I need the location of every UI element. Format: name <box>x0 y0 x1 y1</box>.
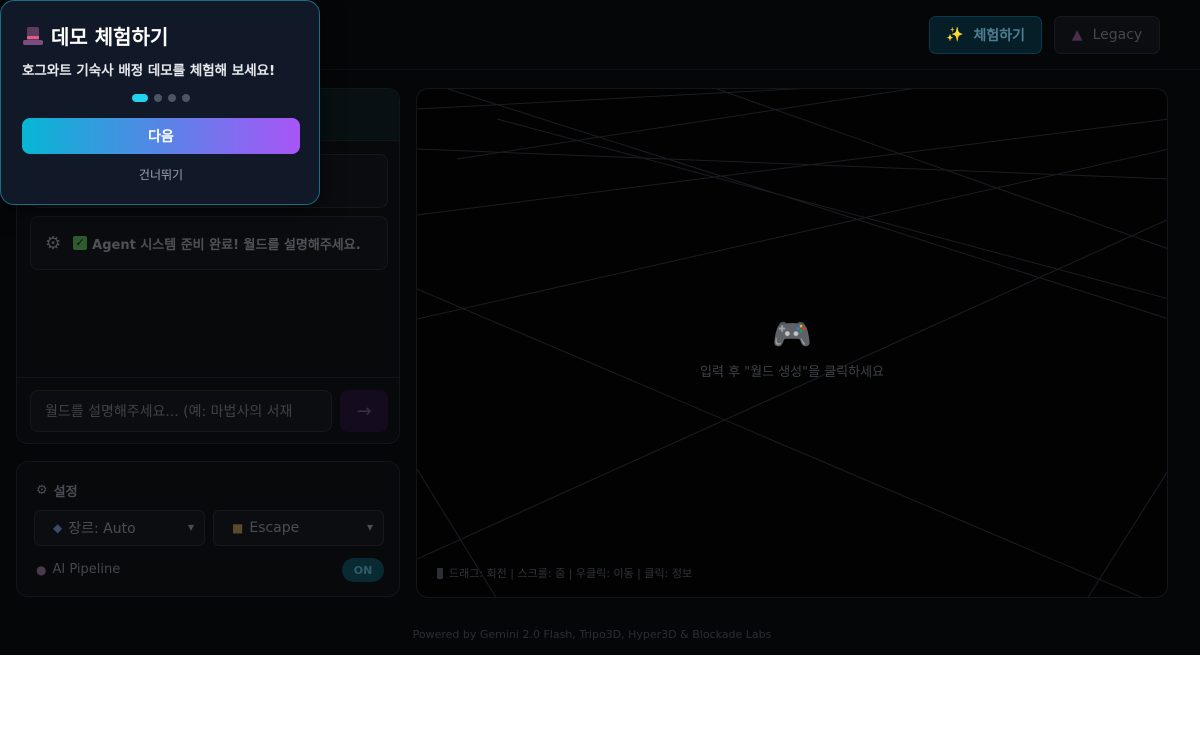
step-indicator <box>132 94 190 102</box>
settings-title-label: 설정 <box>53 485 78 500</box>
masks-icon: ◆ <box>53 521 63 535</box>
step-dot <box>154 94 162 102</box>
robot-icon: ● <box>36 562 47 577</box>
chat-message-text: ✓ Agent 시스템 준비 완료! 월드를 설명해주세요. <box>73 234 361 253</box>
chat-message: ⚙ ✓ Agent 시스템 준비 완료! 월드를 설명해주세요. <box>30 216 388 270</box>
send-button[interactable]: → <box>340 390 388 432</box>
onboarding-title-text: 데모 체험하기 <box>51 25 169 49</box>
viewport-empty-text: 입력 후 "월드 생성"을 클릭하세요 <box>700 365 884 380</box>
ai-pipeline-text: AI Pipeline <box>52 562 121 577</box>
onboarding-title: 데모 체험하기 <box>23 21 168 50</box>
wizard-hat-icon: ▲ <box>1071 27 1083 43</box>
sparkles-icon: ✨ <box>946 27 964 43</box>
step-dot <box>168 94 176 102</box>
world-description-input[interactable]: 월드를 설명해주세요... (예: 마법사의 서재 <box>30 390 332 432</box>
wizard-hat-icon <box>23 26 43 46</box>
ai-pipeline-label: ● AI Pipeline <box>36 562 120 577</box>
gear-icon: ⚙ <box>45 232 62 254</box>
onboarding-popup: 데모 체험하기 호그와트 기숙사 배정 데모를 체험해 보세요! 다음 건너뛰기 <box>0 0 320 205</box>
gear-icon: ⚙ <box>36 483 48 498</box>
chevron-down-icon: ▾ <box>187 520 194 534</box>
3d-viewport[interactable]: 🎮 입력 후 "월드 생성"을 클릭하세요 드래그: 회전 | 스크롤: 줌 |… <box>416 88 1168 598</box>
next-button[interactable]: 다음 <box>22 118 300 154</box>
try-demo-button[interactable]: ✨ 체험하기 <box>929 16 1042 54</box>
chevron-down-icon: ▾ <box>366 520 373 534</box>
gamepad-icon: 🎮 <box>772 315 812 353</box>
mode-select[interactable]: ■ Escape ▾ <box>213 510 384 546</box>
phone-icon <box>437 567 443 579</box>
ai-pipeline-toggle[interactable]: ON <box>342 558 384 582</box>
chat-input-row: 월드를 설명해주세요... (예: 마법사의 서재 → <box>17 377 399 443</box>
app-root: ✨ 체험하기 ▲ Legacy ⚙ ✓ Agent 시스템 준비 완료! 월드를… <box>0 0 1200 655</box>
mode-select-value: Escape <box>249 520 300 536</box>
try-demo-label: 체험하기 <box>973 28 1025 44</box>
step-dot <box>182 94 190 102</box>
controls-hint-text: 드래그: 회전 | 스크롤: 줌 | 우클릭: 이동 | 클릭: 정보 <box>449 567 693 580</box>
system-ready-text: Agent 시스템 준비 완료! 월드를 설명해주세요. <box>92 237 361 253</box>
check-icon: ✓ <box>73 236 88 250</box>
genre-select[interactable]: ◆ 장르: Auto ▾ <box>34 510 205 546</box>
legacy-label: Legacy <box>1092 27 1143 43</box>
controls-hint: 드래그: 회전 | 스크롤: 줌 | 우클릭: 이동 | 클릭: 정보 <box>437 565 692 581</box>
onboarding-description: 호그와트 기숙사 배정 데모를 체험해 보세요! <box>22 63 276 79</box>
settings-title: ⚙ 설정 <box>36 481 78 500</box>
skip-link[interactable]: 건너뛰기 <box>1 166 321 183</box>
lock-icon: ■ <box>232 521 244 535</box>
legacy-button[interactable]: ▲ Legacy <box>1054 16 1160 54</box>
footer-credits: Powered by Gemini 2.0 Flash, Tripo3D, Hy… <box>412 628 772 641</box>
genre-select-value: 장르: Auto <box>68 521 136 537</box>
step-dot <box>132 94 148 102</box>
settings-panel: ⚙ 설정 ◆ 장르: Auto ▾ ■ Escape ▾ ● AI Pipeli… <box>16 461 400 597</box>
